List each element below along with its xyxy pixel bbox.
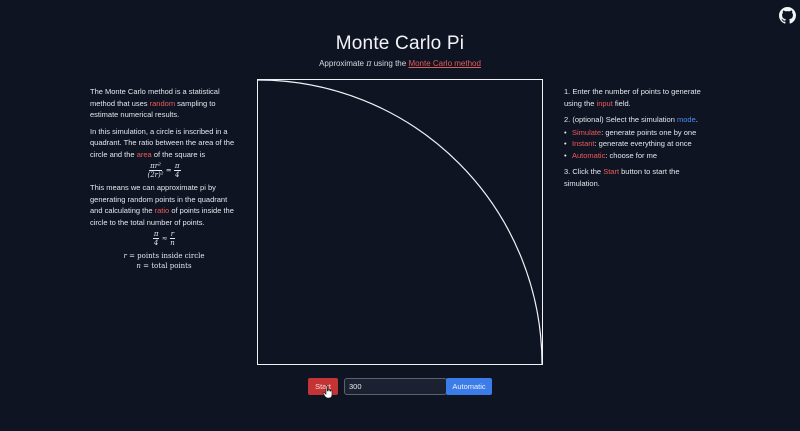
mode-item-automatic: Automatic: choose for me — [564, 150, 714, 162]
ratio-highlight: ratio — [154, 206, 170, 215]
definition-r: r = points inside circle — [123, 252, 205, 260]
mode-list: Simulate: generate points one by one Ins… — [564, 127, 714, 162]
github-icon[interactable] — [779, 7, 796, 24]
points-input[interactable] — [344, 378, 447, 395]
circle-paragraph: In this simulation, a circle is inscribe… — [90, 126, 235, 159]
page-title: Monte Carlo Pi — [335, 33, 465, 54]
mode-button[interactable]: Automatic — [446, 378, 492, 395]
intro-paragraph: The Monte Carlo method is a statistical … — [90, 87, 220, 119]
start-highlight: Start — [603, 167, 620, 176]
mode-item-instant: Instant: generate everything at once — [564, 138, 714, 150]
hand-cursor-icon — [322, 385, 333, 399]
definition-n: n = total points — [136, 262, 192, 270]
step-3: 3. Click the Start button to start the s… — [564, 167, 680, 188]
step-1: 1. Enter the number of points to generat… — [564, 87, 701, 108]
input-highlight: input — [596, 98, 613, 108]
area-highlight: area — [136, 149, 152, 159]
instructions-panel: 1. Enter the number of points to generat… — [564, 86, 714, 194]
mode-item-simulate: Simulate: generate points one by one — [564, 127, 714, 139]
random-highlight: random — [149, 98, 176, 108]
monte-carlo-link[interactable]: Monte Carlo method — [408, 59, 480, 68]
page-header: Monte Carlo Pi Approximate π using the M… — [0, 33, 800, 68]
step-2: 2. (optional) Select the simulation mode… — [564, 115, 698, 124]
pi-symbol: π — [366, 59, 372, 68]
simulation-canvas — [257, 79, 543, 365]
explanation-panel: The Monte Carlo method is a statistical … — [90, 86, 238, 271]
pi-approx-equation: π4 ≈ rn — [152, 230, 176, 247]
mode-highlight: mode — [677, 115, 696, 124]
quarter-circle-arc — [257, 79, 543, 365]
approximation-paragraph: This means we can approximate pi by gene… — [90, 183, 234, 227]
page-subtitle: Approximate π using the Monte Carlo meth… — [319, 59, 481, 68]
area-ratio-equation: πr² (2r)² = π4 — [147, 162, 181, 179]
